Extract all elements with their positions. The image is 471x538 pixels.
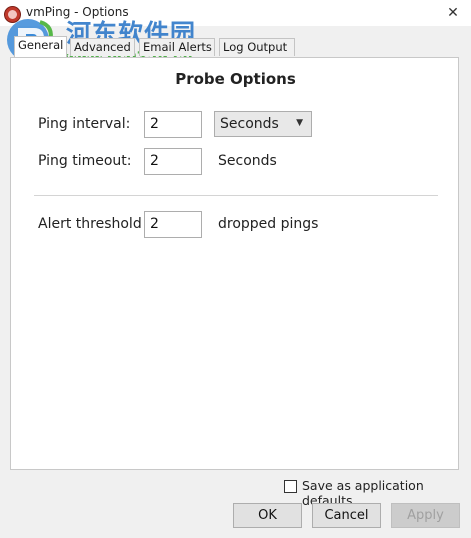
ping-interval-input[interactable]: 2 [144, 111, 202, 138]
tab-general[interactable]: General [14, 36, 67, 57]
ping-interval-unit-value: Seconds [220, 116, 279, 132]
divider [34, 195, 438, 196]
chevron-down-icon: ▼ [296, 118, 303, 128]
app-icon [4, 6, 21, 23]
title-bar: vmPing - Options ✕ [0, 0, 471, 26]
window-title: vmPing - Options [26, 5, 129, 19]
ping-timeout-input[interactable]: 2 [144, 148, 202, 175]
alert-threshold-input[interactable]: 2 [144, 211, 202, 238]
tab-log-output[interactable]: Log Output [219, 38, 295, 56]
apply-button[interactable]: Apply [391, 503, 460, 528]
close-button[interactable]: ✕ [445, 5, 461, 21]
tab-email-alerts[interactable]: Email Alerts [139, 38, 215, 56]
alert-threshold-label: Alert threshold [38, 216, 142, 232]
ping-timeout-unit: Seconds [218, 153, 277, 169]
ping-interval-unit-select[interactable]: Seconds ▼ [214, 111, 312, 137]
ping-timeout-label: Ping timeout: [38, 153, 132, 169]
cancel-button[interactable]: Cancel [312, 503, 381, 528]
alert-threshold-unit: dropped pings [218, 216, 319, 232]
general-tab-panel: Probe Options Ping interval: 2 Seconds ▼… [10, 57, 459, 470]
tab-advanced[interactable]: Advanced [70, 38, 135, 56]
save-defaults-checkbox[interactable] [284, 480, 297, 493]
ok-button[interactable]: OK [233, 503, 302, 528]
section-title: Probe Options [175, 70, 296, 88]
ping-interval-label: Ping interval: [38, 116, 131, 132]
